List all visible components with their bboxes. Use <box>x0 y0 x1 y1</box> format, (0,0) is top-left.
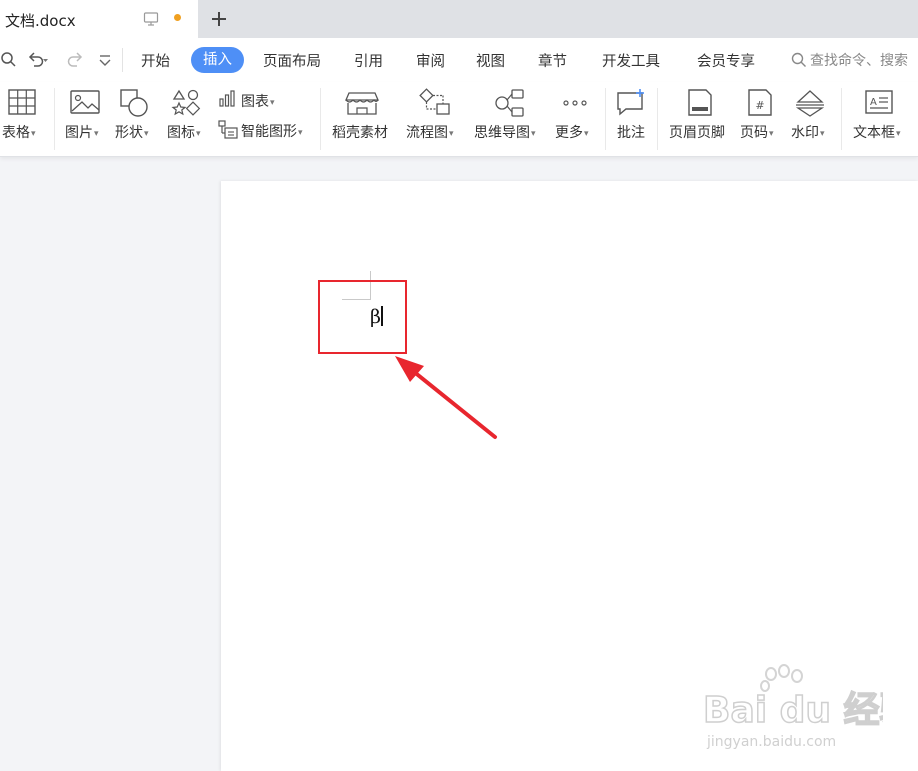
mindmap-icon <box>495 89 524 117</box>
new-tab-plus-icon[interactable] <box>209 9 229 29</box>
svg-text:#: # <box>755 99 764 112</box>
header-footer-label: 页眉页脚 <box>669 125 725 141</box>
chevron-down-icon: ▾ <box>94 129 99 139</box>
menu-bar: 开始 插入 页面布局 引用 审阅 视图 章节 开发工具 会员专享 查找命令、搜索 <box>0 38 918 82</box>
baidu-jingyan-watermark: Bai du 经验 jingyan.baidu.com <box>703 664 883 750</box>
picture-icon <box>70 90 100 114</box>
tab-bar: 文档.docx <box>0 0 918 38</box>
document-tab[interactable]: 文档.docx <box>0 0 198 38</box>
shape-label: 形状 <box>115 125 143 141</box>
chevron-down-icon: ▾ <box>896 129 901 139</box>
unsaved-dot-icon <box>174 14 181 21</box>
store-icon <box>345 92 379 115</box>
menu-section[interactable]: 章节 <box>538 50 567 71</box>
chevron-down-icon: ▾ <box>449 129 454 139</box>
svg-text:A: A <box>870 97 877 108</box>
menu-developer[interactable]: 开发工具 <box>602 50 660 71</box>
table-label: 表格 <box>2 125 30 141</box>
menu-member[interactable]: 会员专享 <box>697 50 755 71</box>
tab-title: 文档.docx <box>5 12 76 30</box>
customize-toolbar-icon[interactable] <box>98 51 112 69</box>
page-number-label: 页码 <box>740 125 768 141</box>
more-dots-icon <box>563 100 587 106</box>
header-footer-icon <box>688 89 712 116</box>
chevron-down-icon: ▾ <box>270 98 275 108</box>
watermark-url: jingyan.baidu.com <box>706 734 836 750</box>
command-search[interactable]: 查找命令、搜索 <box>791 50 908 70</box>
watermark-brand: Bai du 经验 <box>703 690 883 731</box>
highlight-box <box>318 280 407 354</box>
comment-label: 批注 <box>617 125 645 141</box>
icons-library-icon <box>171 89 201 116</box>
textbox-label: 文本框 <box>853 125 895 141</box>
monitor-icon[interactable] <box>143 11 159 27</box>
icon-label: 图标 <box>167 125 195 141</box>
chart-label: 图表 <box>241 94 269 110</box>
search-icon <box>791 52 806 67</box>
ribbon-divider <box>657 88 658 150</box>
shape-icon <box>120 89 148 117</box>
chevron-down-icon: ▾ <box>144 129 149 139</box>
chevron-down-icon: ▾ <box>769 129 774 139</box>
print-preview-icon[interactable] <box>0 51 18 69</box>
textbox-icon: A <box>865 90 893 114</box>
watermark-icon <box>795 90 825 117</box>
smart-art-label: 智能图形 <box>241 124 297 140</box>
ribbon-divider <box>841 88 842 150</box>
comment-plus-icon <box>617 89 644 116</box>
chevron-down-icon: ▾ <box>298 128 303 138</box>
chevron-down-icon: ▾ <box>820 129 825 139</box>
redo-icon[interactable] <box>64 51 84 69</box>
menu-review[interactable]: 审阅 <box>416 50 445 71</box>
insert-ribbon: 表格▾ 图片▾ 形状▾ 图标▾ 图表▾ 智能图形▾ 稻壳素材 流程图▾ 思维导图… <box>0 82 918 157</box>
bar-chart-icon <box>219 90 235 107</box>
flowchart-label: 流程图 <box>406 125 448 141</box>
search-placeholder: 查找命令、搜索 <box>810 53 908 69</box>
menu-start[interactable]: 开始 <box>141 50 170 71</box>
smart-art-icon <box>218 120 238 139</box>
ribbon-divider <box>320 88 321 150</box>
watermark-label: 水印 <box>791 125 819 141</box>
annotation-arrow-icon <box>395 356 497 439</box>
flowchart-icon <box>419 88 450 115</box>
chevron-down-icon: ▾ <box>31 129 36 139</box>
table-icon <box>8 89 36 115</box>
docer-label: 稻壳素材 <box>332 125 388 141</box>
menu-view[interactable]: 视图 <box>476 50 505 71</box>
menu-divider <box>122 48 123 72</box>
undo-icon[interactable] <box>27 51 49 69</box>
chevron-down-icon: ▾ <box>531 129 536 139</box>
page-number-icon: # <box>748 89 772 116</box>
ribbon-divider <box>605 88 606 150</box>
menu-page-layout[interactable]: 页面布局 <box>263 50 321 71</box>
chevron-down-icon: ▾ <box>584 129 589 139</box>
chevron-down-icon: ▾ <box>196 129 201 139</box>
more-label: 更多 <box>555 125 583 141</box>
menu-references[interactable]: 引用 <box>354 50 383 71</box>
ribbon-divider <box>54 88 55 150</box>
picture-label: 图片 <box>65 125 93 141</box>
mindmap-label: 思维导图 <box>474 125 530 141</box>
menu-insert[interactable]: 插入 <box>191 47 244 73</box>
